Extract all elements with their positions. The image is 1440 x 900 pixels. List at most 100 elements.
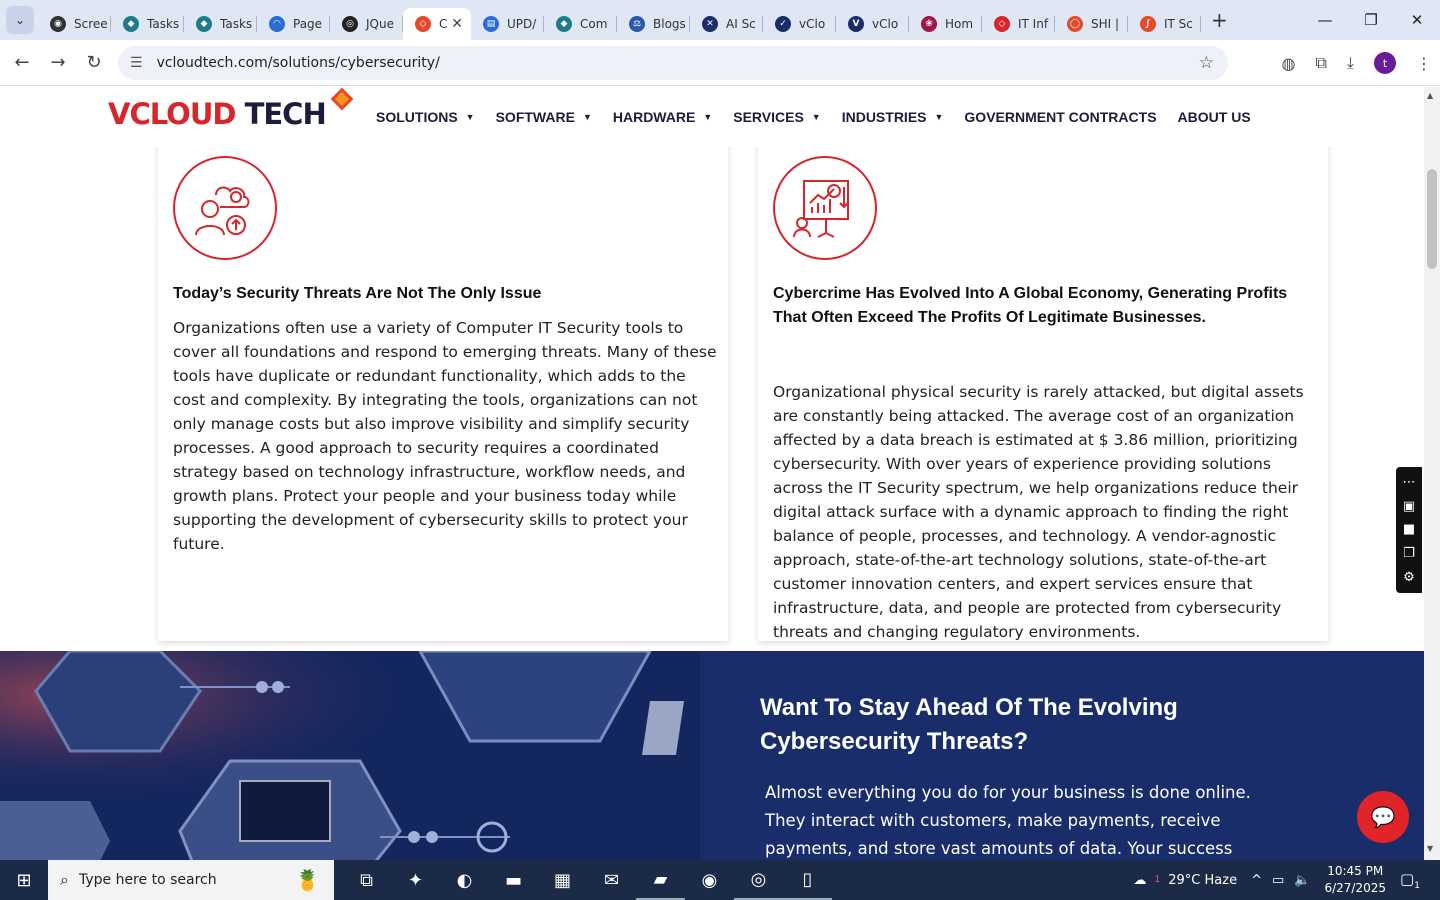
browser-tab[interactable]: ◇ C ✕ — [403, 8, 471, 40]
minimize-icon[interactable]: — — [1302, 0, 1348, 40]
browser-tab[interactable]: ✓ vClo — [763, 8, 836, 40]
zoom-icon[interactable]: ◉ — [685, 860, 734, 900]
back-arrow-icon[interactable]: ← — [4, 52, 40, 73]
tab-favicon-icon: ◎ — [342, 16, 358, 32]
copy-window-icon[interactable]: ❐ — [1403, 546, 1415, 561]
browser-tab[interactable]: ▤ UPD/ — [471, 8, 544, 40]
copilot-icon[interactable]: ✦ — [391, 860, 440, 900]
settings-gear-icon[interactable]: ⚙ — [1403, 570, 1415, 585]
tab-label: IT Sc — [1164, 17, 1193, 31]
tab-list: ◉ Scree ◆ Tasks ◆ Tasks ◠ Page ◎ JQue ◇ C ✕ ▤ UPD/◆ Com… — [38, 0, 1201, 40]
page-scrollbar[interactable]: ▲ ▼ — [1424, 87, 1440, 860]
windows-start-icon[interactable]: ⊞ — [0, 860, 48, 900]
file-explorer-icon[interactable]: ▬ — [489, 860, 538, 900]
browser-tab[interactable]: ◇ IT Inf — [982, 8, 1055, 40]
windows-taskbar: ⊞ ⌕ Type here to search 🍍 ⧉ ✦ ◐ ▬ ▦ ✉ ▰ … — [0, 860, 1440, 900]
close-window-icon[interactable]: ✕ — [1394, 0, 1440, 40]
site-info-icon[interactable]: ☰ — [130, 55, 143, 71]
tab-favicon-icon: ◇ — [994, 16, 1010, 32]
microsoft-store-icon[interactable]: ▦ — [538, 860, 587, 900]
browser-tab[interactable]: ◯ SHI | — [1055, 8, 1128, 40]
translate-icon[interactable]: ◍ — [1282, 54, 1296, 73]
task-view-icon[interactable]: ⧉ — [342, 860, 391, 900]
card-body: Organizational physical security is rare… — [773, 383, 1304, 641]
restore-icon[interactable]: ❐ — [1348, 0, 1394, 40]
browser-tab-strip: ⌄ ◉ Scree ◆ Tasks ◆ Tasks ◠ Page ◎ JQue ◇ C ✕ ▤ UPD/◆ C… — [0, 0, 1440, 40]
taskbar-search-box[interactable]: ⌕ Type here to search 🍍 — [48, 860, 334, 900]
browser-tab[interactable]: ◠ Page — [257, 8, 330, 40]
network-icon[interactable]: ▭ — [1272, 873, 1284, 888]
tab-favicon-icon: ◆ — [556, 16, 572, 32]
browser-tab[interactable]: ◆ Tasks — [184, 8, 257, 40]
reload-icon[interactable]: ↻ — [76, 52, 112, 73]
cta-body: Almost everything you do for your busine… — [765, 783, 1251, 858]
notepad-icon[interactable]: ▯ — [783, 860, 832, 900]
tab-label: SHI | — [1091, 17, 1120, 31]
browser-tab[interactable]: ∫ IT Sc — [1128, 8, 1201, 40]
tab-label: vClo — [799, 17, 826, 31]
browser-tab[interactable]: ⚖ Blogs — [617, 8, 690, 40]
page-viewport: VCLOUD TECH SOLUTIONS ▼ SOFTWARE ▼ HARDWARE ▼… — [0, 87, 1440, 860]
tab-favicon-icon: ◆ — [123, 16, 139, 32]
extension-link-icon[interactable]: ⋯ — [1403, 475, 1416, 490]
tab-favicon-icon: ◇ — [415, 16, 431, 32]
person-cloud-gear-icon — [173, 156, 277, 260]
tab-favicon-icon: V — [848, 16, 864, 32]
weather-widget[interactable]: ☁ 1 29°C Haze — [1134, 873, 1238, 888]
nav-item-hardware[interactable]: HARDWARE ▼ — [613, 109, 712, 125]
tab-favicon-icon: ◯ — [1067, 16, 1083, 32]
tab-favicon-icon: ❀ — [921, 16, 937, 32]
camera-icon[interactable]: ▣ — [1403, 499, 1415, 514]
scroll-up-arrow-icon[interactable]: ▲ — [1427, 91, 1433, 100]
nav-item-government-contracts[interactable]: GOVERNMENT CONTRACTS — [964, 109, 1156, 125]
video-camera-icon[interactable]: ■ — [1403, 522, 1415, 537]
browser-tab[interactable]: ◆ Tasks — [111, 8, 184, 40]
mail-icon[interactable]: ✉ — [587, 860, 636, 900]
vcloud-tech-logo[interactable]: VCLOUD TECH — [108, 97, 327, 131]
nav-item-solutions[interactable]: SOLUTIONS ▼ — [376, 109, 475, 125]
nav-item-industries[interactable]: INDUSTRIES ▼ — [842, 109, 944, 125]
chrome-icon[interactable]: ◎ — [734, 860, 783, 900]
nav-item-label: INDUSTRIES — [841, 109, 927, 125]
browser-tab[interactable]: ❀ Hom — [909, 8, 982, 40]
notification-center-icon[interactable]: ▢1 — [1400, 870, 1430, 891]
card-title: Today’s Security Threats Are Not The Onl… — [173, 285, 542, 302]
chevron-up-icon[interactable]: ^ — [1251, 873, 1262, 888]
tab-label: Hom — [945, 17, 974, 31]
browser-tab[interactable]: ✕ AI Sc — [690, 8, 763, 40]
volume-icon[interactable]: 🔈 — [1294, 873, 1310, 888]
weather-haze-icon: ☁ — [1133, 872, 1147, 888]
extensions-puzzle-icon[interactable]: ⧉ — [1315, 53, 1326, 73]
address-bar[interactable]: ☰ vcloudtech.com/solutions/cybersecurity… — [118, 46, 1228, 80]
nav-item-software[interactable]: SOFTWARE ▼ — [496, 109, 592, 125]
clock-time: 10:45 PM — [1327, 864, 1384, 878]
tab-favicon-icon: ∫ — [1140, 16, 1156, 32]
weather-text: 29°C Haze — [1168, 872, 1238, 888]
sticky-notes-icon[interactable]: ▰ — [636, 860, 685, 900]
tab-favicon-icon: ⚖ — [629, 16, 645, 32]
browser-tab[interactable]: ◉ Scree — [38, 8, 111, 40]
browser-tab[interactable]: ◎ JQue — [330, 8, 403, 40]
profile-avatar[interactable]: t — [1374, 52, 1396, 74]
download-icon[interactable]: ⤓ — [1347, 53, 1354, 73]
browser-tab[interactable]: ◆ Com — [544, 8, 617, 40]
scroll-down-arrow-icon[interactable]: ▼ — [1427, 844, 1433, 853]
forward-arrow-icon[interactable]: → — [40, 52, 76, 73]
chat-bubble-icon[interactable]: 💬 — [1357, 791, 1409, 843]
tab-close-icon[interactable]: ✕ — [451, 16, 463, 32]
bookmark-star-icon[interactable]: ☆ — [1199, 53, 1214, 73]
browser-tab[interactable]: VvClo — [836, 8, 909, 40]
toolbar-actions: ◍ ⧉ ⤓ t ⋮ — [1282, 40, 1432, 86]
taskbar-clock[interactable]: 10:45 PM 6/27/2025 — [1324, 863, 1386, 897]
nav-item-services[interactable]: SERVICES ▼ — [733, 109, 820, 125]
tab-label: AI Sc — [726, 17, 756, 31]
edge-browser-icon[interactable]: ◐ — [440, 860, 489, 900]
card-title: Cybercrime Has Evolved Into A Global Eco… — [773, 285, 1288, 326]
tab-search-chevron-icon[interactable]: ⌄ — [6, 6, 34, 34]
new-tab-plus-icon[interactable]: + — [1211, 8, 1228, 32]
site-header: VCLOUD TECH SOLUTIONS ▼ SOFTWARE ▼ HARDWARE ▼… — [0, 87, 1424, 147]
more-menu-icon[interactable]: ⋮ — [1416, 54, 1432, 73]
scrollbar-thumb[interactable] — [1427, 169, 1437, 269]
nav-item-about-us[interactable]: ABOUT US — [1178, 109, 1251, 125]
window-controls: — ❐ ✕ — [1302, 0, 1440, 40]
